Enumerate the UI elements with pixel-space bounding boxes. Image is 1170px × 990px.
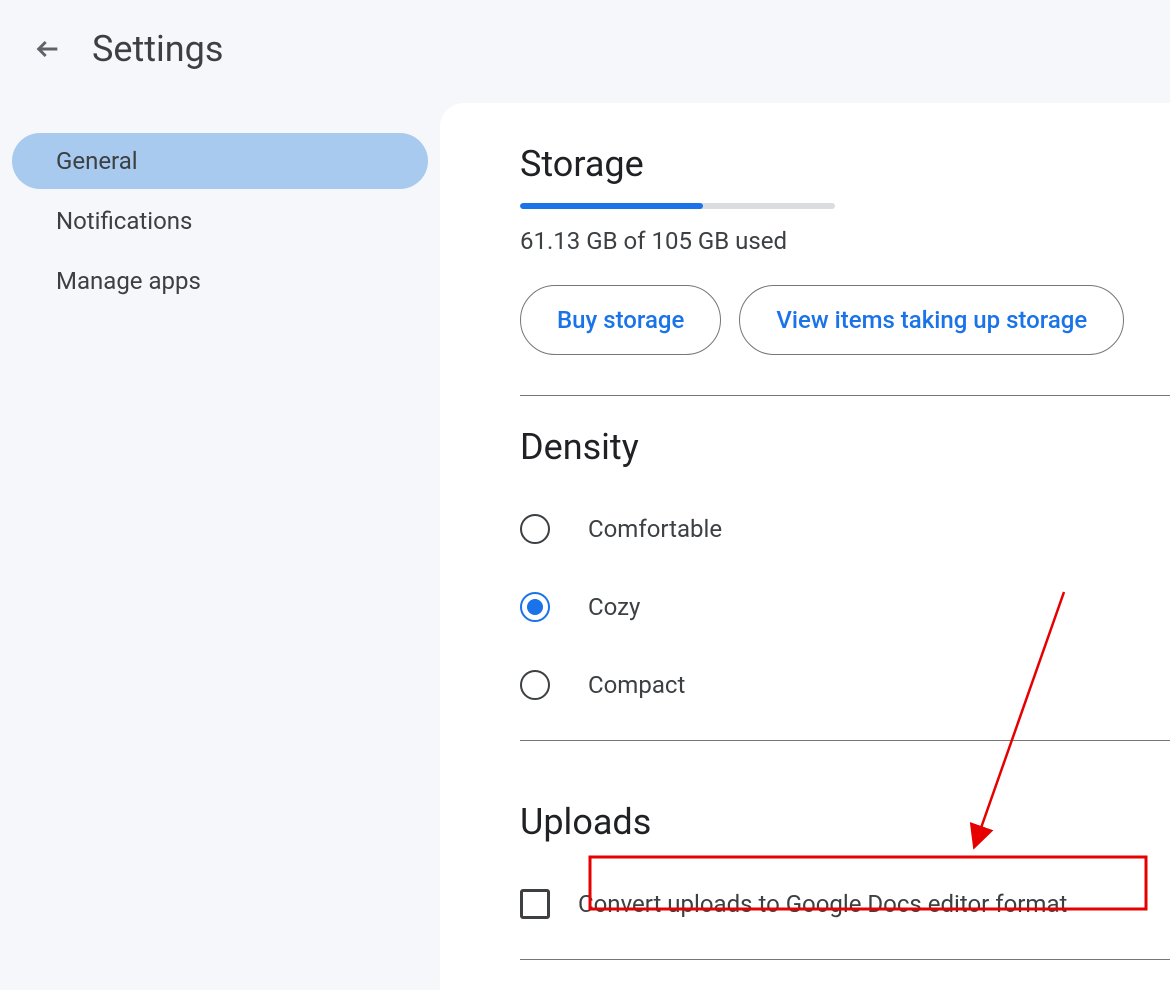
radio-icon: [520, 514, 550, 544]
sidebar-item-label: Notifications: [56, 207, 192, 235]
density-option-cozy[interactable]: Cozy: [520, 592, 1170, 622]
radio-label: Cozy: [588, 593, 640, 621]
storage-section: Storage 61.13 GB of 105 GB used Buy stor…: [520, 143, 1170, 426]
checkbox-icon: [520, 889, 550, 919]
divider: [520, 395, 1170, 396]
buy-storage-button[interactable]: Buy storage: [520, 285, 721, 355]
sidebar-item-general[interactable]: General: [12, 133, 428, 189]
radio-icon: [520, 670, 550, 700]
density-options: Comfortable Cozy Compact: [520, 486, 1170, 740]
density-title: Density: [520, 426, 1170, 468]
convert-uploads-checkbox-row[interactable]: Convert uploads to Google Docs editor fo…: [520, 861, 1170, 959]
radio-dot-icon: [527, 599, 543, 615]
page-title: Settings: [92, 28, 223, 70]
sidebar: General Notifications Manage apps: [0, 98, 440, 990]
view-storage-items-button[interactable]: View items taking up storage: [739, 285, 1124, 355]
divider: [520, 740, 1170, 741]
storage-progress-fill: [520, 203, 703, 209]
density-section: Density Comfortable Cozy Compact: [520, 426, 1170, 771]
radio-label: Compact: [588, 671, 685, 699]
storage-used-text: 61.13 GB of 105 GB used: [520, 227, 1170, 255]
density-option-compact[interactable]: Compact: [520, 670, 1170, 700]
uploads-title: Uploads: [520, 801, 1170, 843]
radio-icon: [520, 592, 550, 622]
sidebar-item-label: Manage apps: [56, 267, 201, 295]
convert-uploads-label: Convert uploads to Google Docs editor fo…: [578, 890, 1067, 918]
sidebar-item-label: General: [56, 147, 138, 175]
storage-title: Storage: [520, 143, 1170, 185]
storage-progress-bar: [520, 203, 835, 209]
header: Settings: [0, 0, 1170, 98]
sidebar-item-notifications[interactable]: Notifications: [12, 193, 428, 249]
divider: [520, 959, 1170, 960]
main-content: Storage 61.13 GB of 105 GB used Buy stor…: [440, 103, 1170, 990]
storage-buttons: Buy storage View items taking up storage: [520, 285, 1170, 355]
sidebar-item-manage-apps[interactable]: Manage apps: [12, 253, 428, 309]
radio-label: Comfortable: [588, 515, 722, 543]
uploads-section: Uploads Convert uploads to Google Docs e…: [520, 771, 1170, 990]
density-option-comfortable[interactable]: Comfortable: [520, 514, 1170, 544]
back-arrow-icon[interactable]: [34, 35, 62, 63]
